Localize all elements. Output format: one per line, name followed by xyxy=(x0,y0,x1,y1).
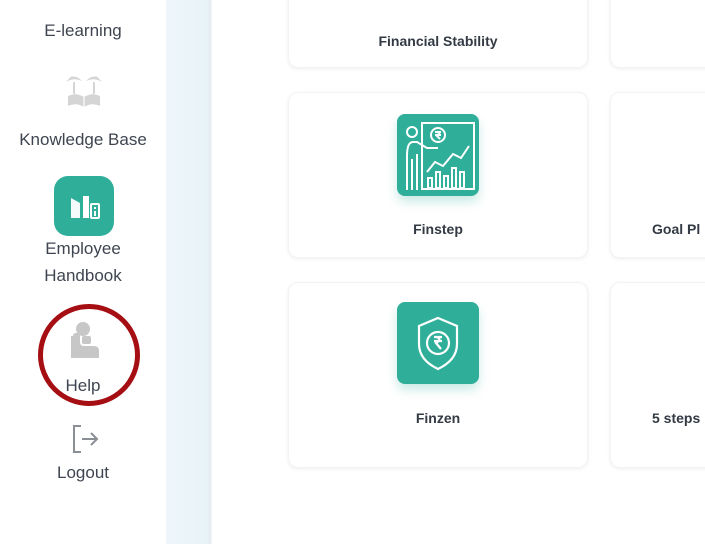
sidebar-item-label: E-learning xyxy=(44,21,122,40)
card-label: 5 steps xyxy=(652,410,701,426)
sidebar-item-label: Logout xyxy=(57,463,109,482)
help-person-icon xyxy=(71,322,99,358)
card-label: Goal Pl xyxy=(652,221,701,237)
card-goal-planning[interactable]: Goal Pl xyxy=(610,92,705,258)
handbook-icon xyxy=(54,176,114,236)
sidebar-item-employee-handbook[interactable]: Employee Handbook xyxy=(0,176,166,296)
card-finstep[interactable]: Finstep xyxy=(288,92,588,258)
card-financial-stability[interactable]: Financial Stability xyxy=(288,0,588,68)
sidebar-item-label: Help xyxy=(65,376,101,395)
sidebar-divider-strip xyxy=(166,0,209,544)
card-5-steps[interactable]: 5 steps xyxy=(610,282,705,468)
card-label: Financial Stability xyxy=(378,33,498,49)
sidebar-item-e-learning[interactable]: E-learning xyxy=(0,18,166,44)
card-top-right[interactable] xyxy=(610,0,705,68)
card-label: Finzen xyxy=(415,410,461,426)
main-panel-edge xyxy=(209,0,213,544)
rupee-shield-icon xyxy=(397,302,479,384)
logout-icon xyxy=(73,425,99,453)
sidebar-item-label-line2: Handbook xyxy=(44,266,122,285)
palm-book-icon xyxy=(66,76,102,107)
sidebar-item-logout[interactable]: Logout xyxy=(0,424,166,488)
sidebar-item-knowledge-base[interactable]: Knowledge Base xyxy=(0,72,166,158)
sidebar-item-help[interactable]: Help xyxy=(0,320,166,402)
sidebar-item-label-line1: Employee xyxy=(45,239,121,258)
sidebar: E-learning Knowledge Base Employee Handb… xyxy=(0,0,166,544)
card-label: Finstep xyxy=(413,221,463,237)
sidebar-item-label: Knowledge Base xyxy=(19,130,147,149)
card-finzen[interactable]: Finzen xyxy=(288,282,588,468)
finstep-presentation-icon xyxy=(397,114,479,196)
